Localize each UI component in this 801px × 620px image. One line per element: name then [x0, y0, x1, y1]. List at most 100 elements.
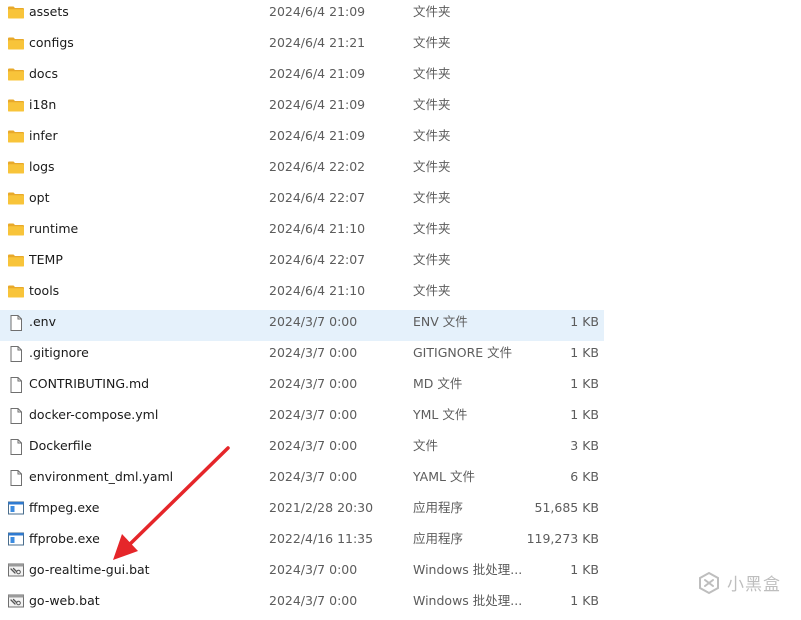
folder-icon: [7, 66, 25, 82]
file-type: 文件夹: [413, 4, 451, 19]
file-size: [521, 0, 599, 31]
file-row[interactable]: logs 2024/6/4 22:02 文件夹: [0, 155, 604, 186]
folder-icon: [7, 97, 25, 113]
file-modified-date: 2024/3/7 0:00: [269, 593, 358, 608]
file-name: go-realtime-gui.bat: [29, 562, 150, 577]
file-size: 1 KB: [570, 376, 599, 391]
file-modified-date: 2024/6/4 21:09: [269, 97, 366, 112]
file-name: opt: [29, 190, 50, 205]
file-name: .env: [29, 314, 56, 329]
file-size: 1 KB: [570, 345, 599, 360]
file-modified-date: 2022/4/16 11:35: [269, 531, 374, 546]
batch-file-icon: [7, 593, 25, 609]
file-row[interactable]: TEMP 2024/6/4 22:07 文件夹: [0, 248, 604, 279]
file-size: [521, 124, 599, 155]
document-icon: [7, 376, 25, 393]
file-name: Dockerfile: [29, 438, 92, 453]
file-row[interactable]: go-realtime-gui.bat 2024/3/7 0:00 Windows …: [0, 558, 604, 589]
file-size: [521, 93, 599, 124]
file-size: [521, 155, 599, 186]
file-modified-date: 2021/2/28 20:30: [269, 500, 374, 515]
file-size: [521, 217, 599, 248]
file-modified-date: 2024/3/7 0:00: [269, 562, 358, 577]
document-icon: [7, 438, 25, 455]
folder-icon: [7, 35, 25, 51]
file-type: 文件夹: [413, 128, 451, 143]
file-modified-date: 2024/6/4 21:09: [269, 66, 366, 81]
file-row[interactable]: infer 2024/6/4 21:09 文件夹: [0, 124, 604, 155]
file-size: 6 KB: [570, 469, 599, 484]
file-type: 文件夹: [413, 252, 451, 267]
file-type: 文件夹: [413, 97, 451, 112]
file-row[interactable]: Dockerfile 2024/3/7 0:00 文件 3 KB: [0, 434, 604, 465]
file-size: 1 KB: [570, 562, 599, 577]
file-row[interactable]: docs 2024/6/4 21:09 文件夹: [0, 62, 604, 93]
file-size: [521, 62, 599, 93]
file-row[interactable]: go-web.bat 2024/3/7 0:00 Windows 批处理... 1 K…: [0, 589, 604, 620]
file-row[interactable]: configs 2024/6/4 21:21 文件夹: [0, 31, 604, 62]
file-name: TEMP: [29, 252, 63, 267]
file-name: assets: [29, 4, 69, 19]
file-row[interactable]: .env 2024/3/7 0:00 ENV 文件 1 KB: [0, 310, 604, 341]
file-row[interactable]: CONTRIBUTING.md 2024/3/7 0:00 MD 文件 1 KB: [0, 372, 604, 403]
file-size: 51,685 KB: [534, 500, 599, 515]
file-type: 文件夹: [413, 221, 451, 236]
file-type: MD 文件: [413, 376, 463, 391]
folder-icon: [7, 283, 25, 299]
file-modified-date: 2024/6/4 22:07: [269, 252, 366, 267]
file-type: ENV 文件: [413, 314, 468, 329]
file-name: CONTRIBUTING.md: [29, 376, 150, 391]
file-name: runtime: [29, 221, 79, 236]
file-modified-date: 2024/6/4 21:09: [269, 4, 366, 19]
file-row[interactable]: .gitignore 2024/3/7 0:00 GITIGNORE 文件 1 KB: [0, 341, 604, 372]
file-modified-date: 2024/6/4 21:10: [269, 221, 366, 236]
file-row[interactable]: ffmpeg.exe 2021/2/28 20:30 应用程序 51,685 KB: [0, 496, 604, 527]
file-size: [521, 31, 599, 62]
document-icon: [7, 314, 25, 331]
file-type: YAML 文件: [413, 469, 475, 484]
file-modified-date: 2024/6/4 22:02: [269, 159, 366, 174]
file-name: .gitignore: [29, 345, 89, 360]
file-row[interactable]: ffprobe.exe 2022/4/16 11:35 应用程序 119,273 KB: [0, 527, 604, 558]
xiaoheihe-logo-icon: [699, 571, 719, 594]
file-name: ffmpeg.exe: [29, 500, 100, 515]
watermark-text: 小黑盒: [727, 575, 781, 595]
document-icon: [7, 469, 25, 486]
file-row[interactable]: docker-compose.yml 2024/3/7 0:00 YML 文件 1 K…: [0, 403, 604, 434]
file-row[interactable]: runtime 2024/6/4 21:10 文件夹: [0, 217, 604, 248]
file-size: 1 KB: [570, 593, 599, 608]
file-name: i18n: [29, 97, 57, 112]
file-name: ffprobe.exe: [29, 531, 100, 546]
application-icon: [7, 531, 25, 547]
file-type: 应用程序: [413, 531, 464, 546]
file-row[interactable]: tools 2024/6/4 21:10 文件夹: [0, 279, 604, 310]
file-modified-date: 2024/3/7 0:00: [269, 376, 358, 391]
file-name: go-web.bat: [29, 593, 100, 608]
file-size: 1 KB: [570, 407, 599, 422]
file-modified-date: 2024/3/7 0:00: [269, 469, 358, 484]
document-icon: [7, 407, 25, 424]
file-name: docs: [29, 66, 58, 81]
file-modified-date: 2024/3/7 0:00: [269, 407, 358, 422]
file-name: docker-compose.yml: [29, 407, 159, 422]
file-row[interactable]: opt 2024/6/4 22:07 文件夹: [0, 186, 604, 217]
file-row[interactable]: environment_dml.yaml 2024/3/7 0:00 YAML 文件…: [0, 465, 604, 496]
folder-icon: [7, 252, 25, 268]
file-modified-date: 2024/6/4 22:07: [269, 190, 366, 205]
file-row[interactable]: assets 2024/6/4 21:09 文件夹: [0, 0, 604, 31]
file-size: 3 KB: [570, 438, 599, 453]
document-icon: [7, 345, 25, 362]
file-size: 119,273 KB: [526, 531, 599, 546]
file-size: 1 KB: [570, 314, 599, 329]
file-name: environment_dml.yaml: [29, 469, 174, 484]
folder-icon: [7, 4, 25, 20]
file-name: logs: [29, 159, 55, 174]
file-row[interactable]: i18n 2024/6/4 21:09 文件夹: [0, 93, 604, 124]
file-type: 文件: [413, 438, 439, 453]
file-name: configs: [29, 35, 74, 50]
file-modified-date: 2024/3/7 0:00: [269, 314, 358, 329]
file-type: 文件夹: [413, 190, 451, 205]
file-name: infer: [29, 128, 58, 143]
file-type: Windows 批处理...: [413, 562, 521, 577]
folder-icon: [7, 221, 25, 237]
